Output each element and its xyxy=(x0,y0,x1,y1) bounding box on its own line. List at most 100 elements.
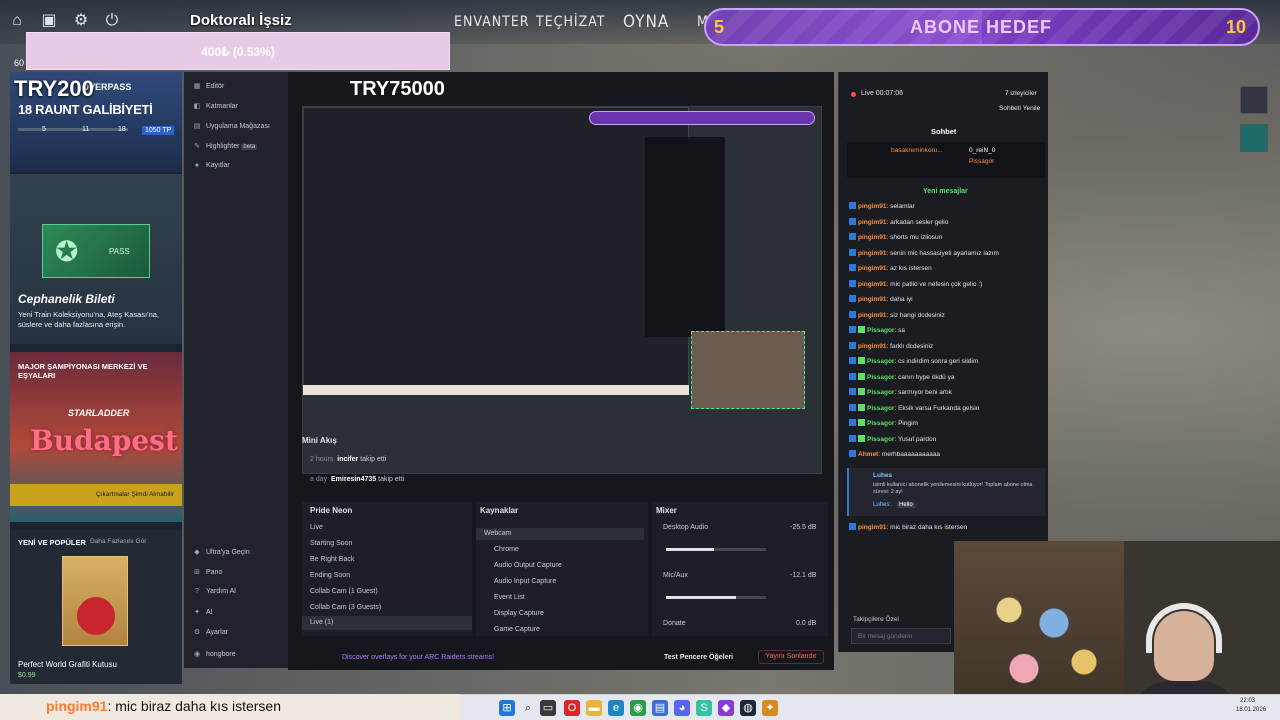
scene-item[interactable]: Live xyxy=(310,524,323,531)
chat-username[interactable]: pingim91 xyxy=(858,265,887,272)
app-icon[interactable]: ◆ xyxy=(718,700,734,716)
streamlabs-icon[interactable]: S xyxy=(696,700,712,716)
chat-username[interactable]: Pissagor xyxy=(867,358,894,365)
chat-input[interactable] xyxy=(851,628,951,644)
steam-icon[interactable]: ◍ xyxy=(740,700,756,716)
volume-slider[interactable] xyxy=(666,548,766,551)
chat-username[interactable]: Pissagor xyxy=(867,374,894,381)
discover-banner[interactable]: Discover overlays for your ARC Raiders s… xyxy=(342,654,494,661)
chat-username[interactable]: pingim91 xyxy=(858,234,887,241)
chat-username[interactable]: pingim91 xyxy=(858,524,887,531)
desktop-shortcut[interactable] xyxy=(1240,124,1268,152)
chat-text: selamlar xyxy=(890,203,915,210)
scene-item[interactable]: Collab Cam (1 Guest) xyxy=(310,588,378,595)
source-item[interactable]: Audio Input Capture xyxy=(494,578,556,585)
end-stream-button[interactable]: Yayını Sonlandır xyxy=(758,650,824,664)
source-item-active[interactable]: Webcam xyxy=(476,528,644,540)
scene-item[interactable]: Ending Soon xyxy=(310,572,350,579)
see-more-link[interactable]: Daha Fazlasını Gör xyxy=(90,538,146,545)
sidebar-item-help[interactable]: ? Yardım Al xyxy=(192,588,236,595)
chat-username[interactable]: pingim91 xyxy=(858,203,887,210)
sidebar-item-editor[interactable]: ▦ Editör xyxy=(192,82,225,90)
chat-username[interactable]: Pissagor xyxy=(867,436,894,443)
power-icon[interactable]: ⏻ xyxy=(103,12,121,30)
scene-item[interactable]: Be Right Back xyxy=(310,556,354,563)
sidebar-item-app-store[interactable]: ▤ Uygulama Mağazası xyxy=(192,122,270,130)
nav-envanter[interactable]: ENVANTER xyxy=(454,14,530,30)
chat-username[interactable]: Pissagor xyxy=(867,405,894,412)
chat-username[interactable]: pingim91 xyxy=(858,250,887,257)
source-item[interactable]: Game Capture xyxy=(494,626,540,633)
clock-date: 18.01.2026 xyxy=(1236,707,1267,713)
sidebar-item-label: Highlighter xyxy=(206,143,240,150)
avatar xyxy=(849,372,856,380)
scene-item[interactable]: Collab Cam (3 Guests) xyxy=(310,604,381,611)
chat-username[interactable]: Pissagor xyxy=(867,389,894,396)
sidebar-item-account[interactable]: ◉ hongbore xyxy=(192,650,236,658)
avatar xyxy=(849,310,856,318)
try200-overlay: TRY200 xyxy=(14,76,94,101)
volume-slider[interactable] xyxy=(666,596,766,599)
tv-icon[interactable]: ▣ xyxy=(40,12,58,30)
search-icon[interactable]: ⌕ xyxy=(520,700,536,716)
test-widgets-button[interactable]: Test Pencere Öğeleri xyxy=(664,654,733,661)
chat-username[interactable]: pingim91 xyxy=(858,343,887,350)
stage-3: 18 xyxy=(118,126,126,133)
sub-badge-icon xyxy=(858,326,865,333)
chat-tab[interactable]: Sohbet xyxy=(931,127,956,136)
discord-icon[interactable]: ◕ xyxy=(674,700,690,716)
source-item[interactable]: Chrome xyxy=(494,546,519,553)
store-icon[interactable]: ▤ xyxy=(652,700,668,716)
chat-username[interactable]: pingim91 xyxy=(858,312,887,319)
event-user: incifer xyxy=(337,456,359,463)
gear-icon[interactable]: ⚙ xyxy=(72,12,90,30)
sources-title: Kaynaklar xyxy=(480,506,519,515)
task-view-icon[interactable]: ▭ xyxy=(540,700,556,716)
start-icon[interactable]: ⊞ xyxy=(499,700,515,716)
source-item[interactable]: Event List xyxy=(494,594,525,601)
cs-icon[interactable]: ✦ xyxy=(762,700,778,716)
chrome-icon[interactable]: ◉ xyxy=(630,700,646,716)
nav-oyna[interactable]: OYNA xyxy=(623,12,669,32)
edge-icon[interactable]: e xyxy=(608,700,624,716)
sidebar-item-layers[interactable]: ◧ Katmanlar xyxy=(192,102,238,110)
sidebar-item-highlighter[interactable]: ✎ Highlighter beta xyxy=(192,142,258,150)
source-item[interactable]: Audio Output Capture xyxy=(494,562,562,569)
folder-icon[interactable]: ▬ xyxy=(586,700,602,716)
major-card[interactable]: MAJOR ŞAMPİYONASI MERKEZİ VE EŞYALARI ST… xyxy=(10,352,182,522)
supporter-name: Pissagor xyxy=(969,158,995,165)
event-action: takip etti xyxy=(360,456,387,463)
sidebar-item-ultra[interactable]: ◆ Ultra'ya Geçin xyxy=(192,548,249,556)
sub-text: isimli kullanıcı abonelik yenilemesini k… xyxy=(873,482,1033,495)
chat-username[interactable]: pingim91 xyxy=(858,296,887,303)
home-icon[interactable]: ⌂ xyxy=(8,12,26,30)
new-popular-card[interactable]: YENİ VE POPÜLER Daha Fazlasını Gör Perfe… xyxy=(10,530,182,684)
mixer-channel-db: 0.0 dB xyxy=(796,620,817,627)
scenes-title: Pride Neon xyxy=(310,506,353,515)
refresh-chat-button[interactable]: Sohbeti Yenile xyxy=(999,105,1040,112)
chat-username[interactable]: pingim91 xyxy=(858,281,887,288)
avatar xyxy=(849,248,856,256)
chat-username[interactable]: pingim91 xyxy=(858,219,887,226)
sidebar-item-dashboard[interactable]: ⊞ Pano xyxy=(192,568,222,576)
desktop-shortcut[interactable] xyxy=(1240,86,1268,114)
scene-item[interactable]: Starting Soon xyxy=(310,540,352,547)
sidebar-item-settings[interactable]: ⚙ Ayarlar xyxy=(192,628,228,636)
scene-item-active[interactable]: Live (1) xyxy=(302,616,472,630)
source-item[interactable]: Display Capture xyxy=(494,610,544,617)
box-emblem xyxy=(77,597,115,635)
nav-techizat[interactable]: TEÇHİZAT xyxy=(536,14,605,30)
chat-username[interactable]: Pissagor xyxy=(867,327,894,334)
stream-preview[interactable] xyxy=(302,106,822,474)
streamlabs-main: TRY75000 Mini Akış 2 hours incifer takip… xyxy=(288,72,834,670)
event-user: Emiresin4735 xyxy=(331,476,377,483)
chat-username[interactable]: Pissagor xyxy=(867,420,894,427)
avatar xyxy=(849,419,856,426)
chat-message: Pissagor: Pingim xyxy=(849,419,918,427)
sidebar-item-ai[interactable]: ✦ AI xyxy=(192,608,213,616)
chat-text: mic biraz daha kıs istersen xyxy=(890,524,968,531)
opera-icon[interactable]: O xyxy=(564,700,580,716)
chat-username[interactable]: Ahmet xyxy=(858,451,878,458)
armory-card[interactable]: ✪ PASS Cephanelik Bileti Yeni Train Kole… xyxy=(10,174,182,344)
sidebar-item-recordings[interactable]: ● Kayıtlar xyxy=(192,162,230,169)
